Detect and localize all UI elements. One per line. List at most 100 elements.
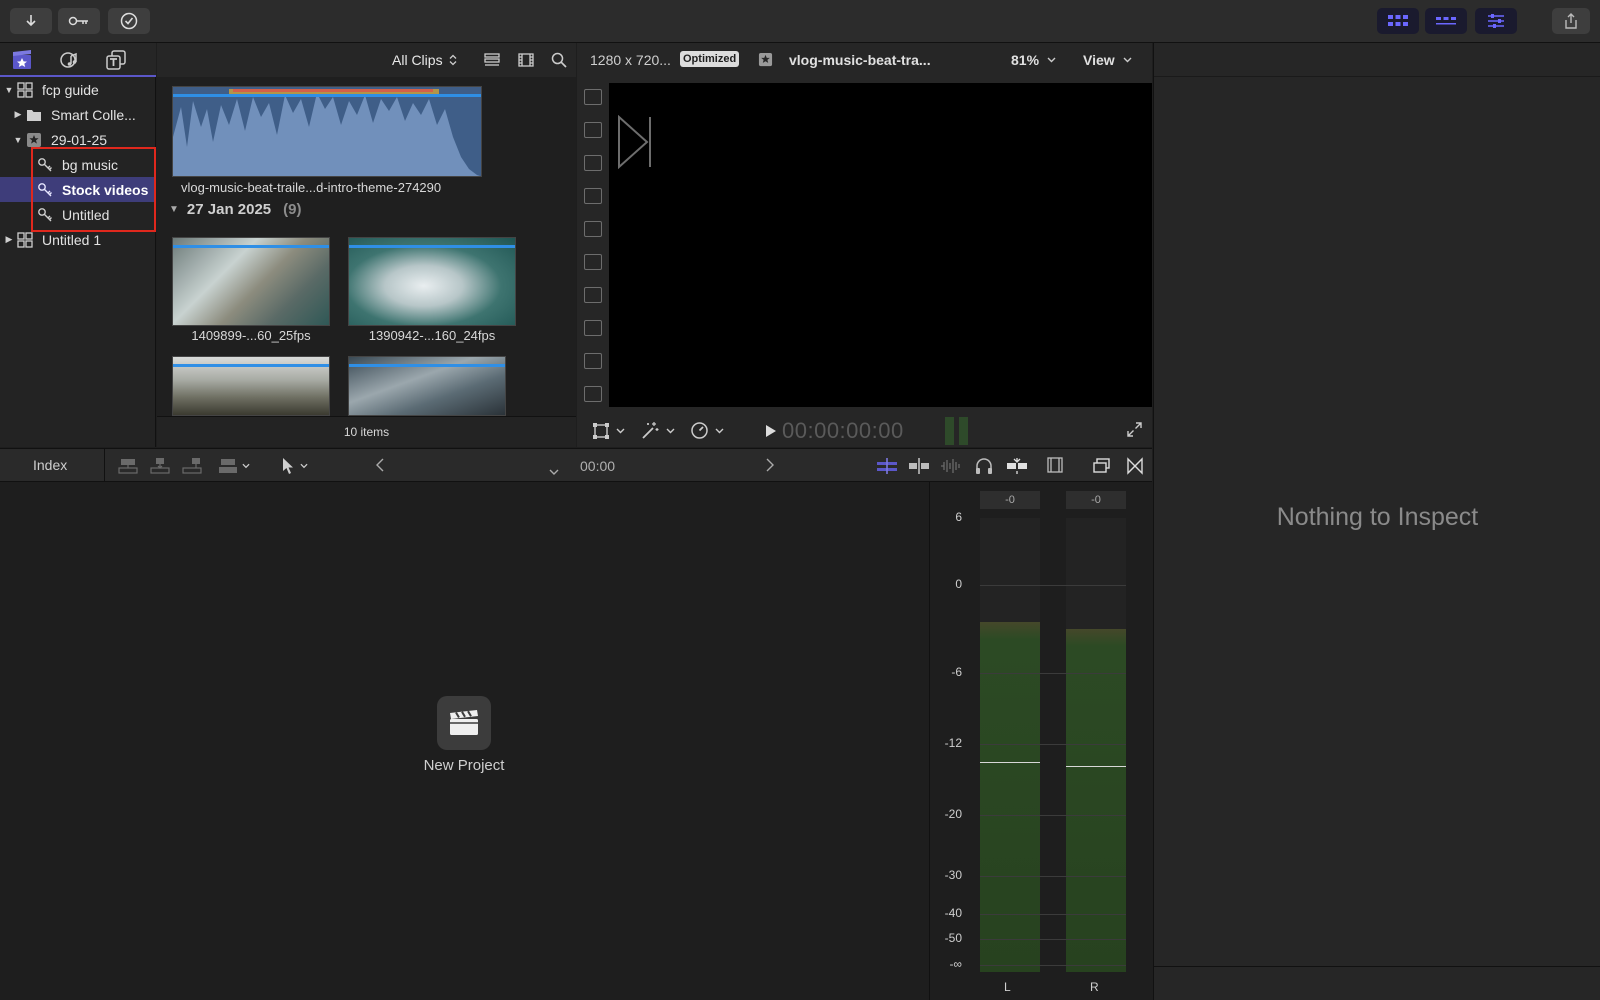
inspector-header <box>1154 43 1600 77</box>
video-clip-thumbnail[interactable] <box>348 356 506 416</box>
inspector-footer-divider <box>1154 966 1600 967</box>
sidebar-item-smart-collections[interactable]: ▶ Smart Colle... <box>0 102 156 127</box>
audio-waveform <box>173 89 480 176</box>
transitions-browser-button[interactable] <box>1126 457 1144 480</box>
timeline-icon <box>1436 17 1456 25</box>
import-button[interactable] <box>10 8 52 34</box>
show-timeline-button[interactable] <box>1425 8 1467 34</box>
sidebar-item-keyword-stock-videos[interactable]: Stock videos <box>0 177 156 202</box>
overwrite-dropdown[interactable] <box>218 457 250 475</box>
sidebar-item-keyword-bg-music[interactable]: bg music <box>0 152 156 177</box>
share-button[interactable] <box>1552 8 1590 34</box>
sidebar-item-keyword-untitled[interactable]: Untitled <box>0 202 156 227</box>
insert-clip-button[interactable] <box>150 457 170 480</box>
video-clip-thumbnail[interactable] <box>172 237 330 326</box>
film-perforation <box>584 386 602 402</box>
browser-header: All Clips <box>157 43 576 77</box>
date-group-header[interactable]: ▼ 27 Jan 2025 (9) <box>169 201 302 218</box>
event-star-icon <box>23 132 45 148</box>
disclosure-open-icon[interactable]: ▼ <box>13 135 23 145</box>
zoom-dropdown[interactable]: 81% <box>1011 52 1056 68</box>
play-button[interactable] <box>765 424 777 443</box>
film-perforation <box>584 89 602 105</box>
meter-peak-hold-right <box>1066 766 1126 768</box>
meter-channel-left <box>980 518 1040 972</box>
skimming-icon <box>877 458 897 474</box>
audio-clip-thumbnail[interactable] <box>172 86 482 177</box>
video-clip-thumbnail[interactable] <box>348 237 516 326</box>
keyword-collection-icon <box>34 207 56 223</box>
append-clip-button[interactable] <box>182 457 202 480</box>
meter-gridline <box>980 744 1126 745</box>
index-button[interactable]: Index <box>33 457 67 473</box>
clip-appearance-button[interactable] <box>1047 457 1063 478</box>
keyword-collection-icon <box>34 182 56 198</box>
solo-button[interactable] <box>975 457 993 480</box>
disclosure-closed-icon[interactable]: ▶ <box>13 109 23 120</box>
new-project-button[interactable] <box>437 696 491 750</box>
sidebar-tabs <box>0 43 156 77</box>
sidebar-item-label: Stock videos <box>62 181 149 198</box>
share-icon <box>1565 13 1577 29</box>
background-tasks-button[interactable] <box>108 8 150 34</box>
audio-waveform-icon <box>941 459 960 473</box>
meter-scale-tick: -20 <box>944 807 962 821</box>
project-dropdown[interactable] <box>549 462 559 480</box>
show-browser-button[interactable] <box>1377 8 1419 34</box>
download-arrow-icon <box>26 15 36 27</box>
viewer-clip-name: vlog-music-beat-tra... <box>789 52 931 68</box>
append-edit-icon <box>182 458 202 474</box>
tab-libraries[interactable] <box>9 48 35 72</box>
sidebar-item-library[interactable]: ▼ fcp guide <box>0 77 156 102</box>
forward-in-history-button[interactable] <box>766 458 774 477</box>
meter-scale-tick: 0 <box>955 577 962 591</box>
tab-titles-generators[interactable] <box>103 48 129 72</box>
tool-dropdown[interactable] <box>281 457 308 475</box>
disclosure-open-icon[interactable]: ▼ <box>4 85 14 95</box>
fullscreen-button[interactable] <box>1127 422 1142 442</box>
viewer-canvas[interactable] <box>577 83 1152 407</box>
meter-gridline <box>980 673 1126 674</box>
clapperboard-icon <box>450 710 478 735</box>
audio-skimming-button[interactable] <box>940 457 962 480</box>
chevron-down-icon <box>715 428 724 433</box>
timeline-index-toggle-button[interactable] <box>1093 457 1111 480</box>
enhance-dropdown[interactable] <box>640 421 675 441</box>
event-star-icon <box>758 52 773 70</box>
item-count: 10 items <box>343 425 390 439</box>
top-toolbar <box>0 0 1600 43</box>
view-dropdown[interactable]: View <box>1083 52 1132 68</box>
sidebar-item-event[interactable]: ▼ 29-01-25 <box>0 127 156 152</box>
sidebar-item-library-untitled-1[interactable]: ▶ Untitled 1 <box>0 227 156 252</box>
viewer-timecode[interactable]: 00:00:00:00 <box>782 418 904 444</box>
browser-search-button[interactable] <box>551 52 567 73</box>
meter-gridline <box>980 965 1126 966</box>
sidebar-item-label: Untitled 1 <box>42 231 102 248</box>
connect-clip-button[interactable] <box>118 457 138 480</box>
chevron-left-icon <box>376 458 384 472</box>
disclosure-closed-icon[interactable]: ▶ <box>4 234 14 245</box>
keywords-button[interactable] <box>58 8 100 34</box>
browser-footer: 10 items <box>157 416 576 447</box>
magic-wand-icon <box>642 422 659 439</box>
retime-dropdown[interactable] <box>690 421 724 440</box>
film-perforation <box>584 353 602 369</box>
titles-icon <box>106 50 126 70</box>
video-clip-thumbnail[interactable] <box>172 356 330 416</box>
folder-icon <box>23 108 45 122</box>
clip-connections-button[interactable] <box>876 457 898 480</box>
film-perforation <box>584 155 602 171</box>
list-view-button[interactable] <box>484 53 500 72</box>
show-inspector-button[interactable] <box>1475 8 1517 34</box>
tab-photos-audio[interactable] <box>56 48 82 72</box>
audio-meters: -0 -0 6 0 -6 -12 -20 -30 -40 -50 -∞ L R <box>929 482 1152 1000</box>
snapping-button[interactable] <box>908 457 930 480</box>
disclosure-open-icon[interactable]: ▼ <box>169 204 179 215</box>
clip-appearance-button[interactable] <box>518 53 534 72</box>
clip-label: 1390942-...160_24fps <box>368 328 496 343</box>
clip-used-range-bar <box>173 245 329 248</box>
transform-dropdown[interactable] <box>592 422 625 440</box>
snap-toggle-button[interactable] <box>1006 457 1028 480</box>
back-in-history-button[interactable] <box>376 458 384 477</box>
clip-filter-dropdown[interactable]: All Clips <box>392 52 457 68</box>
